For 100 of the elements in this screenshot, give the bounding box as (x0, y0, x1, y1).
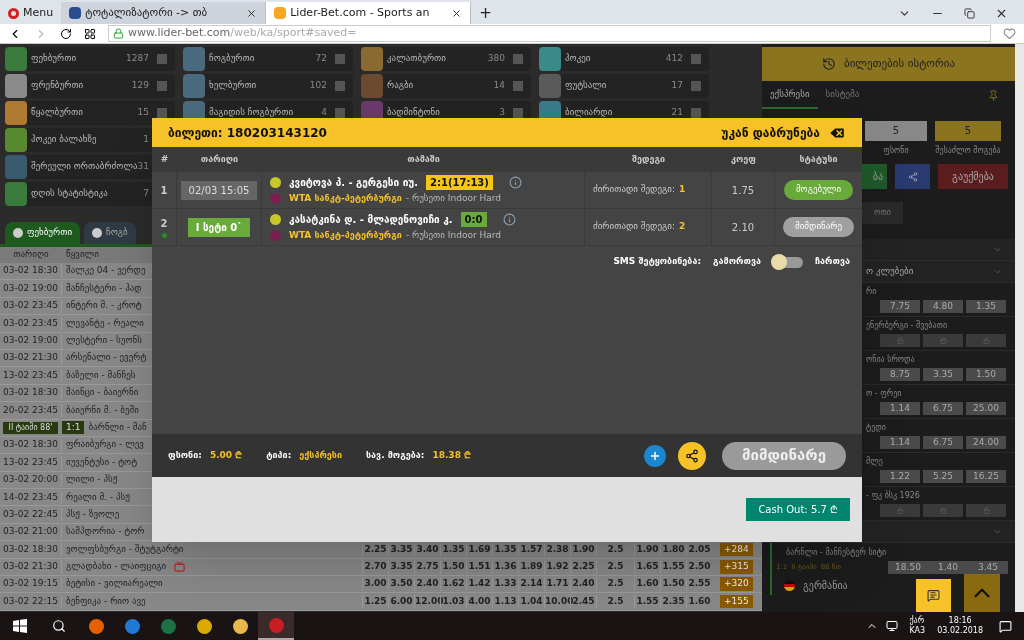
info-icon[interactable] (508, 175, 522, 189)
odds-cell[interactable]: 1.50 (660, 577, 686, 591)
odds-cell[interactable]: 1.60 (686, 594, 712, 609)
odds-button[interactable]: 6.75 (923, 402, 963, 415)
odds-cell[interactable]: 1.92 (544, 560, 570, 574)
checkbox[interactable] (513, 54, 523, 64)
odds-cell[interactable]: 2.5 (596, 560, 634, 574)
chat-button[interactable] (916, 579, 951, 612)
menu-button[interactable]: Menu (0, 2, 62, 24)
network-icon[interactable] (885, 620, 898, 632)
close-icon[interactable] (451, 7, 463, 19)
add-button[interactable] (644, 444, 666, 467)
state-button[interactable]: მიმდინარე (722, 441, 846, 470)
close-icon[interactable] (246, 7, 258, 19)
sport-item[interactable]: ფუტსალი 17 (539, 74, 709, 98)
odds-cell[interactable]: 1.65 (634, 560, 660, 574)
checkbox[interactable] (157, 81, 167, 91)
odds-button[interactable]: 1.14 (880, 436, 920, 449)
ticket-history-button[interactable]: ბილეთების ისტორია (762, 47, 1015, 81)
sport-item[interactable]: წყალბურთი 15 (5, 101, 175, 125)
checkbox[interactable] (157, 108, 167, 118)
odds-cell[interactable]: 2.25 (570, 560, 596, 574)
sport-item[interactable]: ხელბურთი 102 (183, 74, 353, 98)
sport-item[interactable]: რაგბი 14 (361, 74, 531, 98)
odds-cell[interactable]: 1.62 (440, 577, 466, 591)
sport-tab[interactable]: ჩოგბ (84, 222, 136, 244)
odds-button[interactable]: 1.35 (966, 300, 1006, 313)
market-tab[interactable]: ოთი (862, 202, 903, 224)
sms-toggle[interactable] (772, 256, 803, 268)
odds-button[interactable]: 18.50 (888, 561, 928, 574)
checkbox[interactable] (513, 81, 523, 91)
checkbox[interactable] (335, 81, 345, 91)
scroll-top-button[interactable] (964, 574, 1000, 612)
address-field[interactable]: www.lider-bet.com/web/ka/sport#saved= (108, 25, 991, 42)
odds-button[interactable]: 25.00 (966, 402, 1006, 415)
odds-cell[interactable]: 1.51 (466, 560, 492, 574)
odds-button[interactable]: 16.25 (966, 470, 1006, 483)
odds-cell[interactable]: 1.25 (362, 594, 388, 609)
checkbox[interactable] (157, 54, 167, 64)
odds-button[interactable]: 3.35 (923, 368, 963, 381)
odds-button[interactable]: 1.14 (880, 402, 920, 415)
pin-icon[interactable] (988, 89, 999, 101)
sport-item[interactable]: ფრენბურთი 129 (5, 74, 175, 98)
odds-cell[interactable]: 1.42 (466, 577, 492, 591)
odds-cell[interactable]: 3.35 (388, 560, 414, 574)
odds-button[interactable]: 24.00 (966, 436, 1006, 449)
odds-cell[interactable]: 2.14 (518, 577, 544, 591)
more-markets[interactable]: +155 (720, 594, 753, 609)
sport-item[interactable]: ფეხბურთი 1287 (5, 47, 175, 71)
more-markets[interactable]: +320 (720, 577, 753, 591)
odds-cell[interactable]: 2.55 (686, 577, 712, 591)
odds-cell[interactable]: 2.5 (596, 594, 634, 609)
odds-button[interactable]: 4.80 (923, 300, 963, 313)
odds-cell[interactable]: 6.00 (388, 594, 414, 609)
sport-item[interactable]: ჩოგბურთი 72 (183, 47, 353, 71)
bookmark-icon[interactable] (1003, 27, 1016, 40)
more-markets[interactable]: +315 (720, 560, 753, 574)
browser-tab[interactable]: ტოტალიზატორი -> თბ (61, 2, 267, 24)
notification-icon[interactable] (999, 619, 1012, 633)
restore-icon[interactable] (964, 7, 975, 19)
odds-cell[interactable]: 2.5 (596, 577, 634, 591)
odds-cell[interactable]: 1.60 (634, 577, 660, 591)
odds-button[interactable]: 6.75 (923, 436, 963, 449)
search-icon[interactable] (52, 619, 66, 633)
odds-button[interactable]: 8.75 (880, 368, 920, 381)
checkbox[interactable] (513, 108, 523, 118)
odds-cell[interactable]: 3.00 (362, 577, 388, 591)
odds-cell[interactable]: 1.55 (634, 594, 660, 609)
sport-item[interactable]: ჰოკეი 412 (539, 47, 709, 71)
odds-button[interactable]: 1.22 (880, 470, 920, 483)
checkbox[interactable] (335, 108, 345, 118)
cancel-button[interactable]: გაუქმება (938, 164, 1008, 189)
odds-button[interactable]: 5.25 (923, 470, 963, 483)
odds-button[interactable]: 1.40 (928, 561, 968, 574)
odds-cell[interactable]: 1.33 (492, 577, 518, 591)
checkbox[interactable] (691, 54, 701, 64)
odds-cell[interactable]: 3.50 (388, 577, 414, 591)
odds-cell[interactable]: 1.13 (492, 594, 518, 609)
odds-cell[interactable]: 2.40 (414, 577, 440, 591)
checkbox[interactable] (335, 54, 345, 64)
odds-cell[interactable]: 4.00 (466, 594, 492, 609)
scrollbar[interactable] (1015, 44, 1024, 612)
odds-cell[interactable]: 2.35 (660, 594, 686, 609)
cash-out-button[interactable]: Cash Out: 5.7 ₾ (746, 498, 850, 521)
odds-cell[interactable]: 2.75 (414, 560, 440, 574)
odds-cell[interactable]: 2.50 (686, 560, 712, 574)
odds-button[interactable]: 1.50 (966, 368, 1006, 381)
odds-button[interactable]: 3.45 (968, 561, 1008, 574)
stake-field[interactable]: 5 (865, 121, 927, 141)
odds-cell[interactable]: 2.70 (362, 560, 388, 574)
back-button[interactable]: უკან დაბრუნება (721, 123, 846, 142)
checkbox[interactable] (691, 108, 701, 118)
browser-tab[interactable]: Lider-Bet.com - Sports an (266, 2, 472, 24)
odds-cell[interactable]: 1.89 (518, 560, 544, 574)
new-tab-button[interactable]: + (471, 2, 500, 24)
speed-dial-icon[interactable] (84, 27, 96, 40)
odds-cell[interactable]: 1.36 (492, 560, 518, 574)
odds-cell[interactable]: 1.50 (440, 560, 466, 574)
bet-type-tab[interactable]: სისტემა (817, 81, 868, 109)
odds-button[interactable]: 7.75 (880, 300, 920, 313)
